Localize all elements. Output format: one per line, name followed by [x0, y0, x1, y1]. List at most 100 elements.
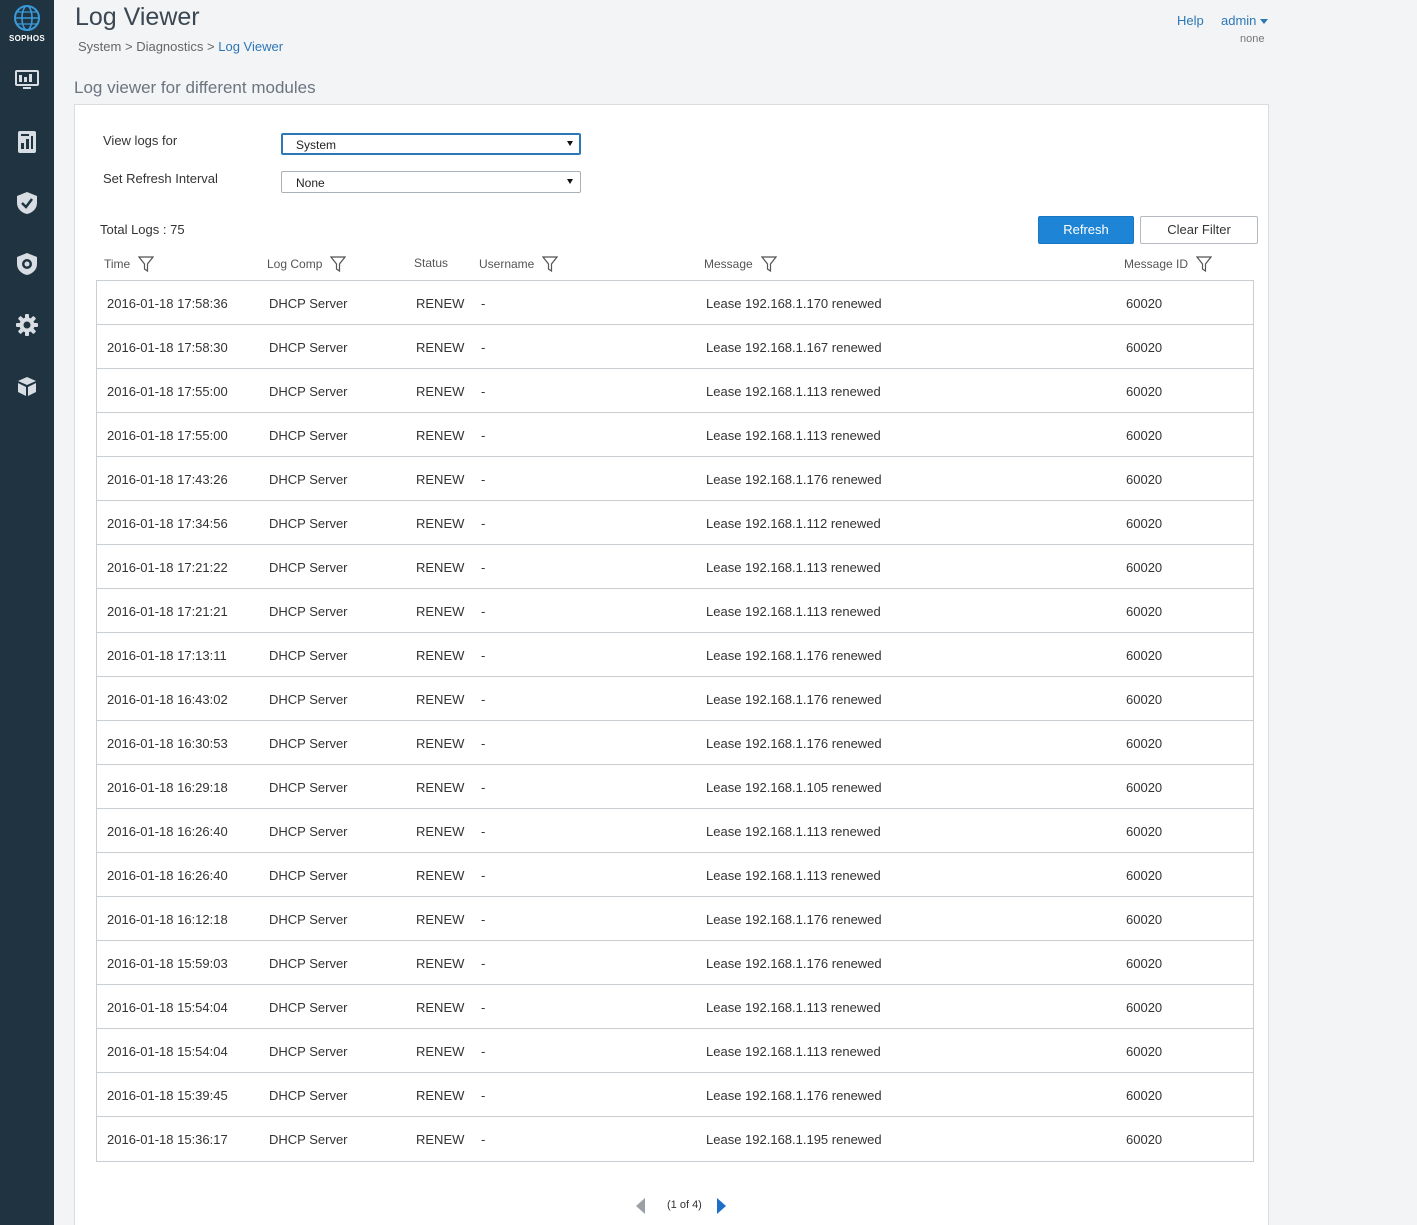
cell-status: RENEW — [416, 296, 465, 311]
column-header-message-id: Message ID — [1124, 256, 1213, 272]
cell-message-id: 60020 — [1126, 956, 1163, 971]
cell-message: Lease 192.168.1.167 renewed — [706, 340, 882, 355]
cell-status: RENEW — [416, 780, 465, 795]
table-row[interactable]: 2016-01-18 15:36:17 DHCP Server RENEW - Leas… — [97, 1117, 1253, 1161]
table-row[interactable]: 2016-01-18 16:26:40 DHCP Server RENEW - Leas… — [97, 809, 1253, 853]
cell-username: - — [481, 1088, 486, 1103]
table-row[interactable]: 2016-01-18 17:21:22 DHCP Server RENEW - Leas… — [97, 545, 1253, 589]
triangle-right-icon — [717, 1198, 726, 1214]
table-row[interactable]: 2016-01-18 17:43:26 DHCP Server RENEW - Leas… — [97, 457, 1253, 501]
sidebar-item-objects[interactable] — [13, 372, 41, 400]
cell-log-comp: DHCP Server — [269, 1044, 348, 1059]
cell-status: RENEW — [416, 1132, 465, 1147]
cell-username: - — [481, 824, 486, 839]
table-row[interactable]: 2016-01-18 16:43:02 DHCP Server RENEW - Leas… — [97, 677, 1253, 721]
cell-message: Lease 192.168.1.113 renewed — [706, 384, 881, 399]
table-row[interactable]: 2016-01-18 16:30:53 DHCP Server RENEW - Leas… — [97, 721, 1253, 765]
cell-message: Lease 192.168.1.176 renewed — [706, 912, 882, 927]
table-row[interactable]: 2016-01-18 16:12:18 DHCP Server RENEW - Leas… — [97, 897, 1253, 941]
cell-username: - — [481, 736, 486, 751]
refresh-button[interactable]: Refresh — [1038, 216, 1134, 244]
view-logs-label: View logs for — [103, 133, 178, 148]
cell-username: - — [481, 472, 486, 487]
cell-message-id: 60020 — [1126, 296, 1163, 311]
cell-status: RENEW — [416, 1044, 465, 1059]
table-row[interactable]: 2016-01-18 17:13:11 DHCP Server RENEW - Leas… — [97, 633, 1253, 677]
help-link[interactable]: Help — [1177, 13, 1204, 28]
cell-log-comp: DHCP Server — [269, 868, 348, 883]
table-row[interactable]: 2016-01-18 15:59:03 DHCP Server RENEW - Leas… — [97, 941, 1253, 985]
cell-username: - — [481, 692, 486, 707]
cell-username: - — [481, 516, 486, 531]
table-row[interactable]: 2016-01-18 16:26:40 DHCP Server RENEW - Leas… — [97, 853, 1253, 897]
cell-message-id: 60020 — [1126, 560, 1163, 575]
clear-filter-button[interactable]: Clear Filter — [1140, 216, 1258, 244]
cell-message: Lease 192.168.1.105 renewed — [706, 780, 882, 795]
total-logs: Total Logs : 75 — [100, 222, 185, 237]
filter-icon[interactable] — [542, 256, 559, 272]
sidebar-item-reports[interactable] — [13, 128, 41, 156]
sidebar-item-monitor[interactable] — [13, 66, 41, 94]
cell-username: - — [481, 780, 486, 795]
column-header-label: Message — [704, 257, 753, 271]
cell-message: Lease 192.168.1.113 renewed — [706, 1044, 881, 1059]
breadcrumb-log-viewer[interactable]: Log Viewer — [218, 39, 283, 54]
sidebar-item-protect[interactable] — [13, 189, 41, 217]
filter-icon[interactable] — [760, 256, 777, 272]
cell-time: 2016-01-18 16:30:53 — [107, 736, 228, 751]
view-logs-select[interactable]: System — [281, 133, 581, 155]
cell-message: Lease 192.168.1.176 renewed — [706, 956, 882, 971]
cell-message: Lease 192.168.1.170 renewed — [706, 296, 882, 311]
table-row[interactable]: 2016-01-18 17:21:21 DHCP Server RENEW - Leas… — [97, 589, 1253, 633]
cell-time: 2016-01-18 17:58:30 — [107, 340, 228, 355]
table-row[interactable]: 2016-01-18 17:55:00 DHCP Server RENEW - Leas… — [97, 369, 1253, 413]
cell-time: 2016-01-18 15:39:45 — [107, 1088, 228, 1103]
breadcrumb-system[interactable]: System — [78, 39, 121, 54]
column-header-label: Status — [414, 256, 449, 270]
sidebar: SOPHOS — [0, 0, 54, 1225]
cell-log-comp: DHCP Server — [269, 428, 348, 443]
table-row[interactable]: 2016-01-18 17:34:56 DHCP Server RENEW - Leas… — [97, 501, 1253, 545]
next-page-button[interactable] — [716, 1196, 728, 1221]
cell-message: Lease 192.168.1.176 renewed — [706, 736, 882, 751]
table-row[interactable]: 2016-01-18 16:29:18 DHCP Server RENEW - Leas… — [97, 765, 1253, 809]
sidebar-item-configure[interactable] — [13, 250, 41, 278]
cell-message-id: 60020 — [1126, 384, 1163, 399]
sophos-logo[interactable]: SOPHOS — [0, 4, 54, 50]
cell-username: - — [481, 1000, 486, 1015]
globe-icon — [14, 5, 40, 31]
cell-log-comp: DHCP Server — [269, 1000, 348, 1015]
table-row[interactable]: 2016-01-18 15:54:04 DHCP Server RENEW - Leas… — [97, 1029, 1253, 1073]
column-header-label: Message ID — [1124, 257, 1189, 271]
table-row[interactable]: 2016-01-18 17:58:30 DHCP Server RENEW - Leas… — [97, 325, 1253, 369]
cell-message: Lease 192.168.1.112 renewed — [706, 516, 881, 531]
column-header-status: Status — [414, 256, 448, 270]
cell-log-comp: DHCP Server — [269, 912, 348, 927]
filter-icon[interactable] — [138, 256, 155, 272]
refresh-interval-label: Set Refresh Interval — [103, 171, 218, 186]
previous-page-button[interactable] — [634, 1196, 646, 1221]
cell-status: RENEW — [416, 824, 465, 839]
table-row[interactable]: 2016-01-18 15:39:45 DHCP Server RENEW - Leas… — [97, 1073, 1253, 1117]
cell-status: RENEW — [416, 516, 465, 531]
breadcrumb-diagnostics[interactable]: Diagnostics — [136, 39, 203, 54]
sidebar-item-system[interactable] — [13, 311, 41, 339]
user-menu[interactable]: admin — [1221, 13, 1269, 28]
refresh-interval-select[interactable]: None — [281, 171, 581, 193]
table-row[interactable]: 2016-01-18 15:54:04 DHCP Server RENEW - Leas… — [97, 985, 1253, 1029]
cell-time: 2016-01-18 17:13:11 — [107, 648, 227, 663]
page-title: Log Viewer — [75, 3, 200, 31]
filter-icon[interactable] — [1196, 256, 1213, 272]
cell-username: - — [481, 340, 486, 355]
cell-status: RENEW — [416, 912, 465, 927]
table-row[interactable]: 2016-01-18 17:58:36 DHCP Server RENEW - Leas… — [97, 281, 1253, 325]
cell-log-comp: DHCP Server — [269, 472, 348, 487]
table-row[interactable]: 2016-01-18 17:55:00 DHCP Server RENEW - Leas… — [97, 413, 1253, 457]
shield-check-icon — [17, 192, 37, 214]
cell-username: - — [481, 868, 486, 883]
cell-status: RENEW — [416, 340, 465, 355]
filter-icon[interactable] — [330, 256, 347, 272]
cell-status: RENEW — [416, 868, 465, 883]
cell-time: 2016-01-18 15:36:17 — [107, 1132, 228, 1147]
cell-log-comp: DHCP Server — [269, 1088, 348, 1103]
